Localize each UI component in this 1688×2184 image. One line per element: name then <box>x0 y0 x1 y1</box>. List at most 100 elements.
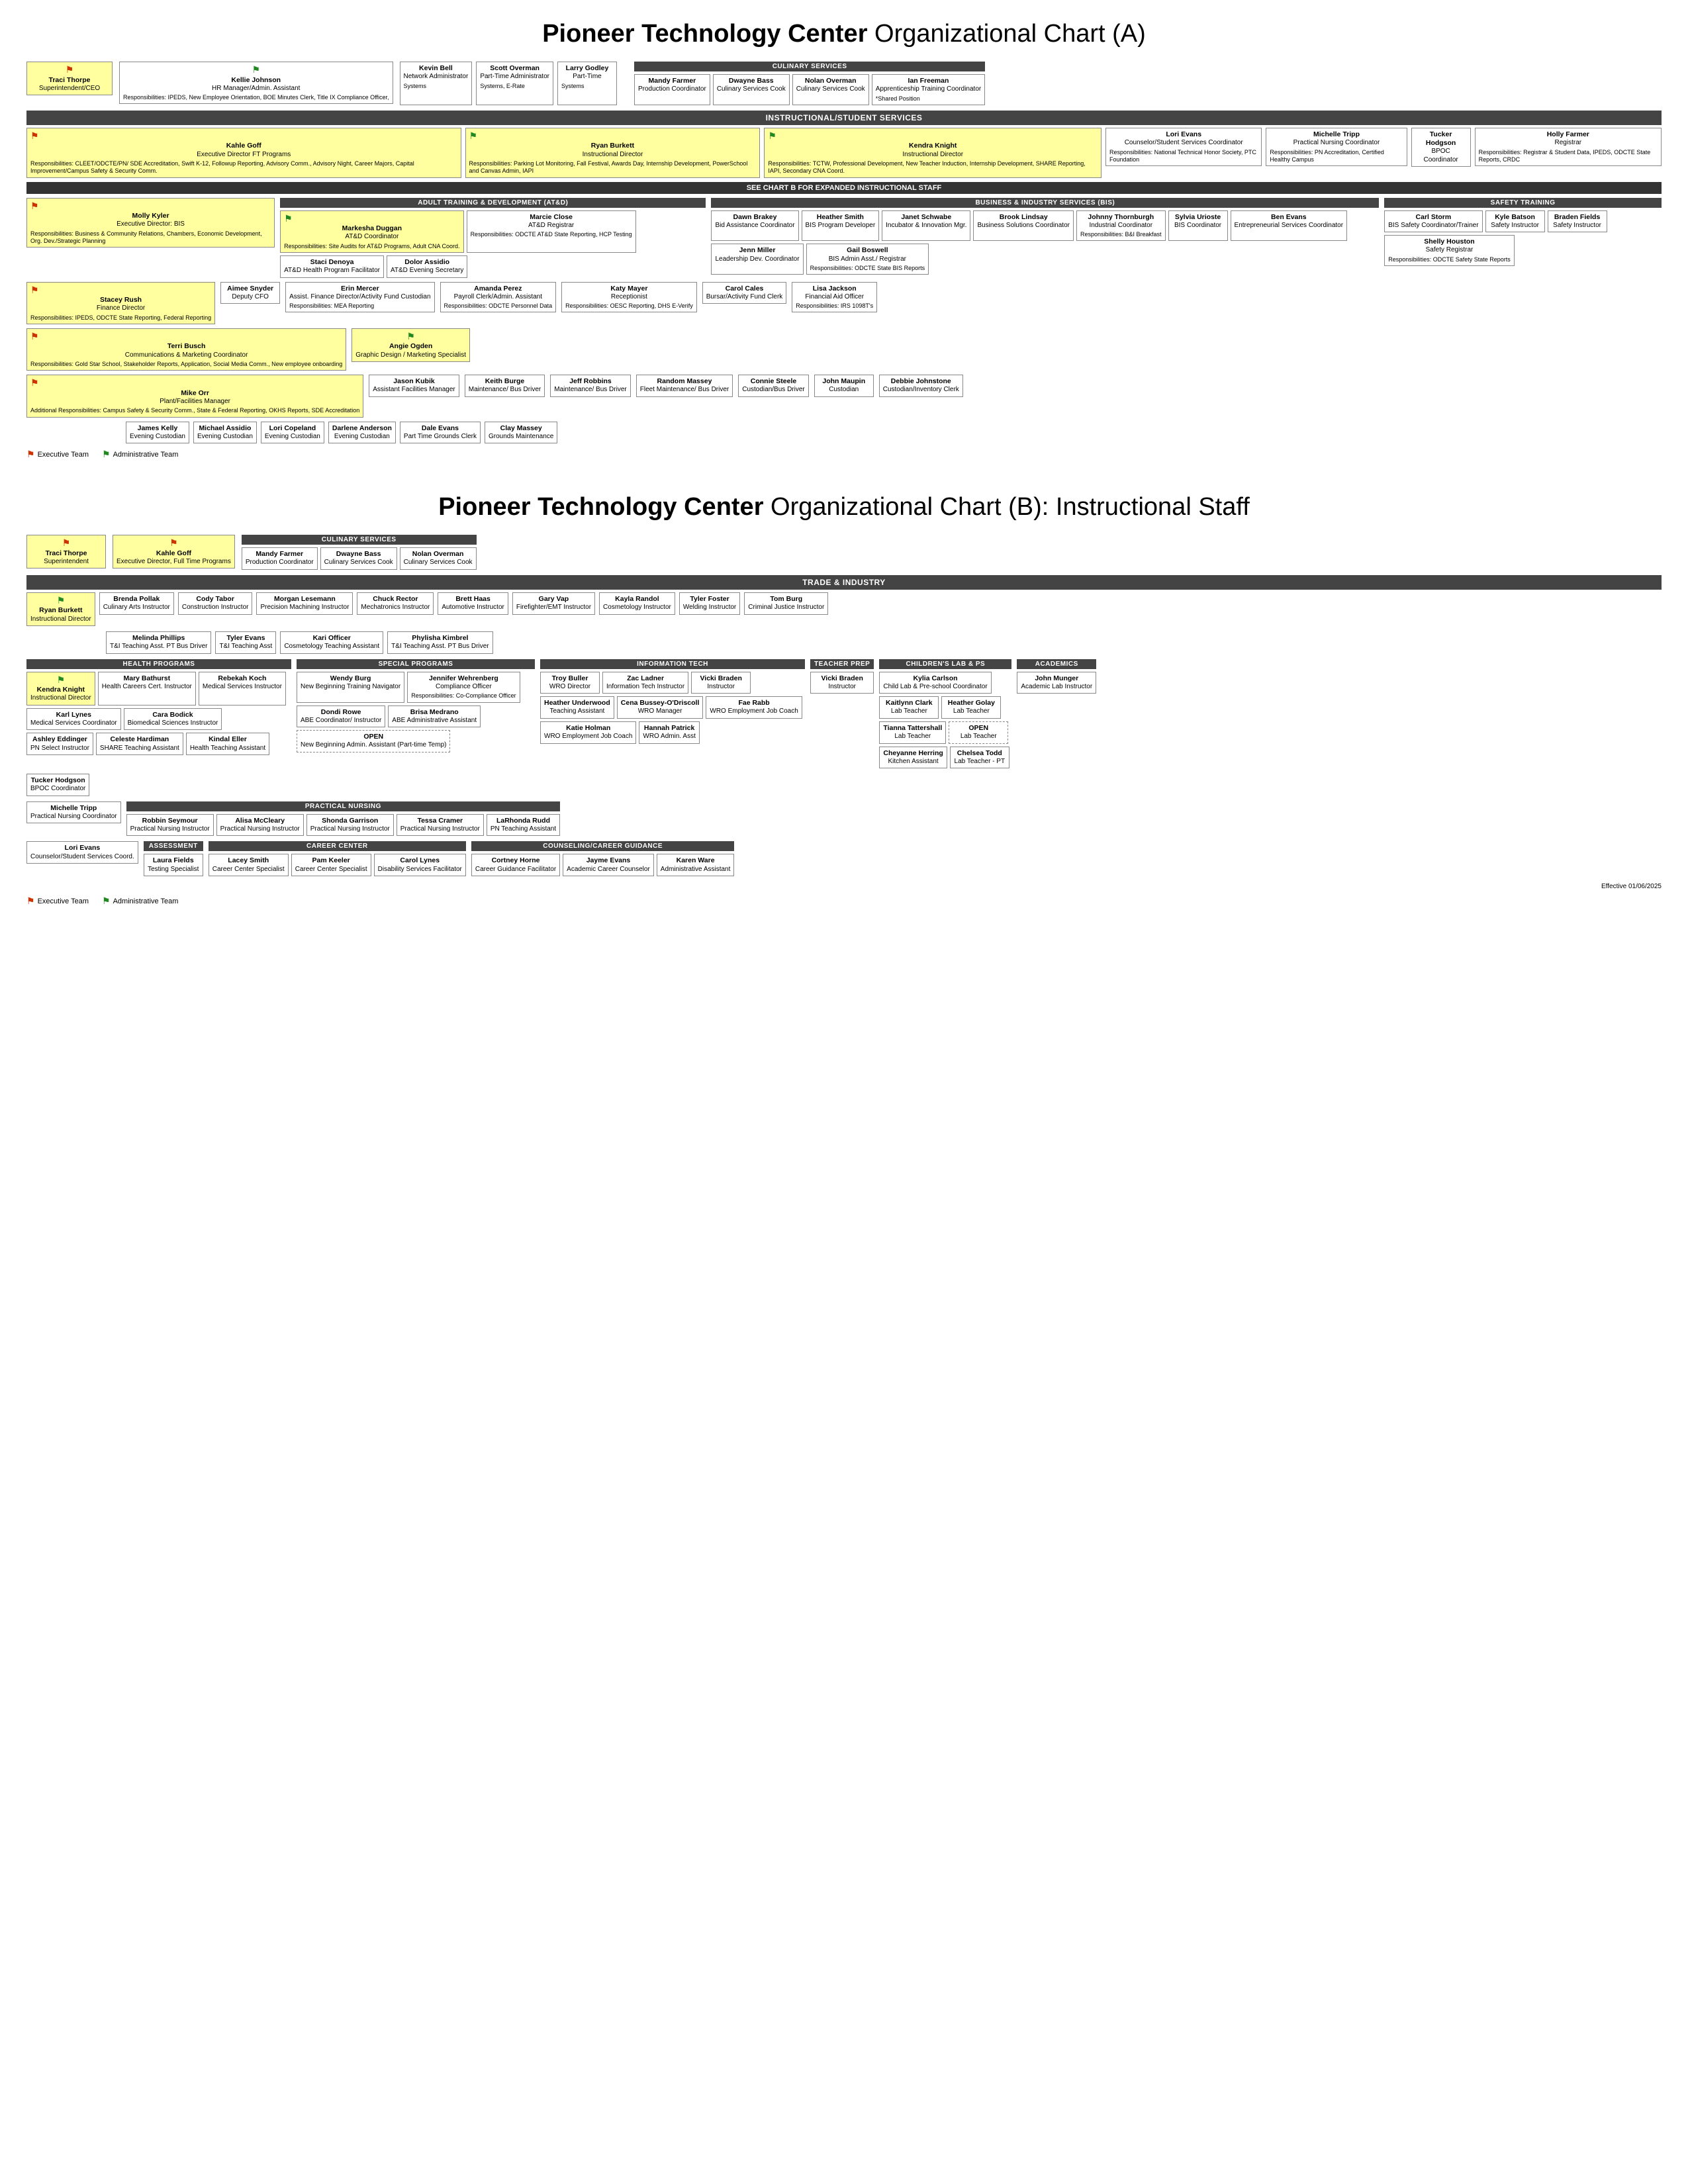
person-name: Kendra Knight <box>768 142 1098 150</box>
dondi-rowe-box: Dondi Rowe ABE Coordinator/ Instructor <box>297 705 385 728</box>
person-name: LaRhonda Rudd <box>491 817 556 825</box>
person-title: Health Careers Cert. Instructor <box>102 683 192 692</box>
gary-vap-box: Gary Vap Firefighter/EMT Instructor <box>512 592 595 615</box>
person-name: Shonda Garrison <box>310 817 390 825</box>
shelly-houston-box: Shelly Houston Safety Registrar Responsi… <box>1384 235 1515 266</box>
vicki-braden-box: Vicki Braden Instructor <box>691 672 751 694</box>
person-name: Tom Burg <box>748 595 824 604</box>
larhonda-rudd-box: LaRhonda Rudd PN Teaching Assistant <box>487 814 560 837</box>
admin-flag: ⚑ <box>406 331 415 341</box>
clay-massey-box: Clay Massey Grounds Maintenance <box>485 422 557 444</box>
holly-farmer-box: Holly Farmer Registrar Responsibilities:… <box>1475 128 1662 166</box>
ben-evans-box: Ben Evans Entrepreneurial Services Coord… <box>1231 210 1348 242</box>
carol-lynes-box: Carol Lynes Disability Services Facilita… <box>374 854 466 876</box>
person-name: Jennifer Wehrenberg <box>411 674 516 683</box>
person-resp: Responsibilities: Gold Star School, Stak… <box>30 361 342 368</box>
person-title: Disability Services Facilitator <box>378 866 462 874</box>
person-name: Morgan Lesemann <box>260 595 349 604</box>
person-title: T&I Teaching Asst. PT Bus Driver <box>391 643 489 651</box>
atd-people: ⚑ Markesha Duggan AT&D Coordinator Respo… <box>280 210 706 278</box>
tyler-foster-box: Tyler Foster Welding Instructor <box>679 592 740 615</box>
person-title: Executive Director FT Programs <box>30 151 457 159</box>
person-title: Culinary Services Cook <box>796 85 865 94</box>
katy-mayer-box: Katy Mayer Receptionist Responsibilities… <box>561 282 697 313</box>
person-resp: Responsibilities: PN Accreditation, Cert… <box>1270 149 1403 164</box>
lori-copeland-box: Lori Copeland Evening Custodian <box>261 422 324 444</box>
kendra-knight-a-box: ⚑ Kendra Knight Instructional Director R… <box>764 128 1102 178</box>
person-title: Apprenticeship Training Coordinator <box>876 85 982 94</box>
person-title: Career Guidance Facilitator <box>475 866 556 874</box>
person-name: Cody Tabor <box>182 595 249 604</box>
karl-lynes-b-box: Karl Lynes Medical Services Coordinator <box>26 708 121 731</box>
tom-burg-box: Tom Burg Criminal Justice Instructor <box>744 592 828 615</box>
person-title: Custodian/Bus Driver <box>742 386 804 394</box>
person-name: Kendra Knight <box>30 686 91 694</box>
celeste-hardiman-box: Celeste Hardiman SHARE Teaching Assistan… <box>96 733 183 755</box>
exec-flag-legend: ⚑ <box>26 449 35 460</box>
jayme-evans-box: Jayme Evans Academic Career Counselor <box>563 854 654 876</box>
culinary-people: Mandy Farmer Production Coordinator Dway… <box>634 74 985 105</box>
person-title: Superintendent/CEO <box>30 85 109 93</box>
person-title: SHARE Teaching Assistant <box>100 745 179 753</box>
exec-flag: ⚑ <box>30 285 39 295</box>
open-lab-teacher-box: OPEN Lab Teacher <box>949 721 1008 744</box>
admin-legend-b: ⚑ Administrative Team <box>102 895 178 907</box>
legend-b: ⚑ Executive Team ⚑ Administrative Team <box>26 895 1662 907</box>
person-title: Precision Machining Instructor <box>260 604 349 612</box>
kahle-goff-b-box: ⚑ Kahle Goff Executive Director, Full Ti… <box>113 535 235 569</box>
mandy-farmer-b-box: Mandy Farmer Production Coordinator <box>242 547 318 570</box>
person-title: WRO Admin. Asst <box>643 733 695 741</box>
atd-section: ADULT TRAINING & DEVELOPMENT (AT&D) ⚑ Ma… <box>280 198 706 278</box>
info-tech-band: INFORMATION TECH <box>540 659 805 669</box>
dale-evans-box: Dale Evans Part Time Grounds Clerk <box>400 422 481 444</box>
lisa-jackson-box: Lisa Jackson Financial Aid Officer Respo… <box>792 282 877 313</box>
dolor-assidio-box: Dolor Assidio AT&D Evening Secretary <box>387 255 467 278</box>
person-title: Practical Nursing Coordinator <box>30 813 117 821</box>
person-title: Teaching Assistant <box>544 707 610 716</box>
person-name: Heather Underwood <box>544 699 610 707</box>
person-name: Michelle Tripp <box>1270 130 1403 139</box>
person-title: Executive Director, Full Time Programs <box>117 558 231 567</box>
person-title: Receptionist <box>565 293 693 302</box>
person-resp: Responsibilities: ODCTE State BIS Report… <box>810 265 925 272</box>
health-programs-section: HEALTH PROGRAMS ⚑ Kendra Knight Instruct… <box>26 659 291 755</box>
kyle-batson-box: Kyle Batson Safety Instructor <box>1485 210 1545 233</box>
person-name: Shelly Houston <box>1388 238 1511 246</box>
person-resp: Responsibilities: Business & Community R… <box>30 230 271 246</box>
person-name: Dwayne Bass <box>324 550 393 559</box>
person-name: Kyle Batson <box>1489 213 1541 222</box>
person-title: Finance Director <box>30 304 211 313</box>
person-title: WRO Employment Job Coach <box>544 733 632 741</box>
person-title: Instructional Director <box>469 151 757 159</box>
ashley-eddinger-box: Ashley Eddinger PN Select Instructor <box>26 733 93 755</box>
safety-band: SAFETY TRAINING <box>1384 198 1662 208</box>
zac-ladner-box: Zac Ladner Information Tech Instructor <box>602 672 688 694</box>
person-title: Lab Teacher <box>945 707 997 716</box>
person-title: Practical Nursing Instructor <box>310 825 390 834</box>
michael-assidio-box: Michael Assidio Evening Custodian <box>193 422 257 444</box>
kevin-bell-box: Kevin Bell Network Administrator Systems <box>400 62 473 105</box>
lacey-smith-box: Lacey Smith Career Center Specialist <box>209 854 289 876</box>
person-name: Ryan Burkett <box>30 606 91 615</box>
chuck-rector-box: Chuck Rector Mechatronics Instructor <box>357 592 434 615</box>
marketing-row: ⚑ Terri Busch Communications & Marketing… <box>26 328 1662 371</box>
person-title: Practical Nursing Instructor <box>130 825 210 834</box>
janet-schwabe-box: Janet Schwabe Incubator & Innovation Mgr… <box>882 210 970 242</box>
person-name: Erin Mercer <box>289 285 430 293</box>
person-name: James Kelly <box>130 424 185 433</box>
person-title: Assistant Facilities Manager <box>373 386 455 394</box>
person-title: Registrar <box>1479 139 1658 148</box>
johnny-thornburgh-box: Johnny Thornburgh Industrial Coordinator… <box>1076 210 1166 242</box>
person-title: Production Coordinator <box>246 559 314 567</box>
person-title: Safety Instructor <box>1552 222 1603 230</box>
person-name: Pam Keeler <box>295 856 367 865</box>
culinary-b-people: Mandy Farmer Production Coordinator Dway… <box>242 547 477 570</box>
person-name: Kylia Carlson <box>883 674 987 683</box>
traci-thorpe-b-box: ⚑ Traci Thorpe Superintendent <box>26 535 106 569</box>
person-name: Staci Denoya <box>284 258 380 267</box>
person-name: Karen Ware <box>661 856 731 865</box>
exec-flag: ⚑ <box>66 64 74 75</box>
person-resp: Responsibilities: ODCTE Safety State Rep… <box>1388 256 1511 263</box>
person-title: Part-Time <box>561 73 613 81</box>
keith-burge-box: Keith Burge Maintenance/ Bus Driver <box>465 375 545 397</box>
